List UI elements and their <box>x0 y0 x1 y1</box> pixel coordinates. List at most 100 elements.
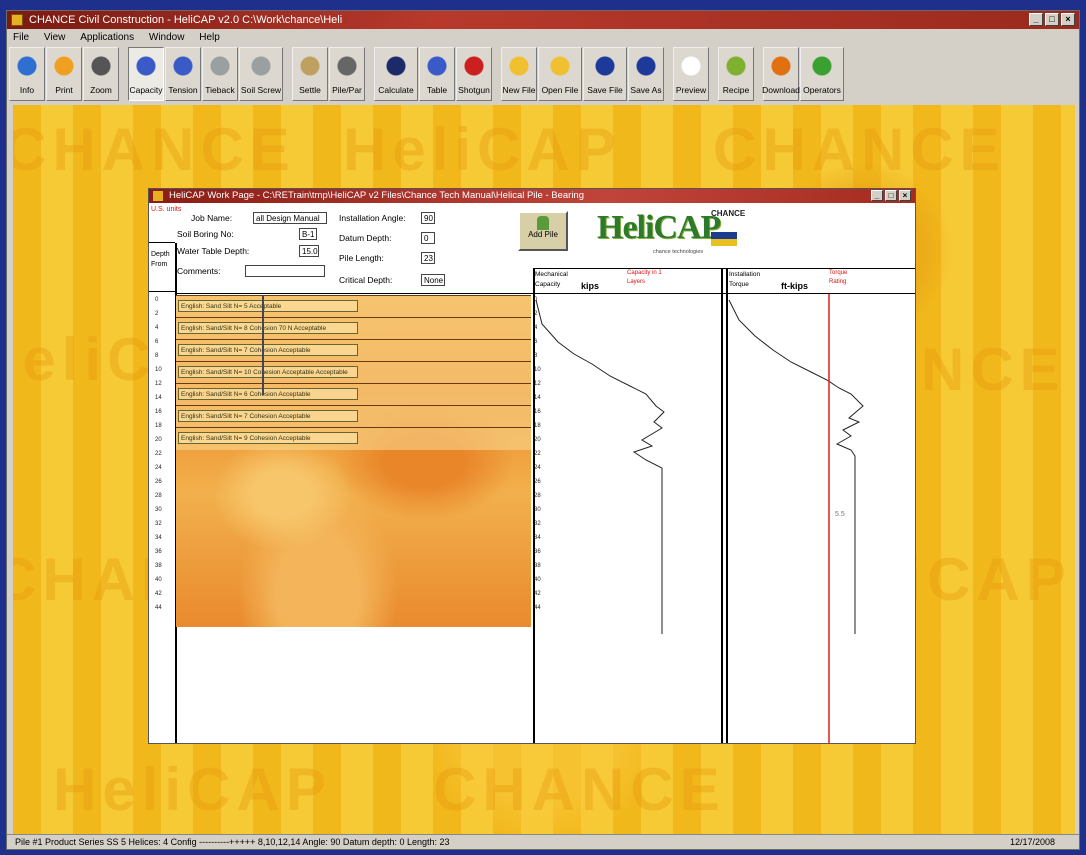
comments-field[interactable] <box>245 265 325 277</box>
watermark: CHANCE <box>13 116 296 183</box>
toolbar-table-button[interactable]: Table <box>419 47 455 101</box>
toolbar-label: Settle <box>299 85 321 95</box>
soil-layer[interactable]: English: Sand Silt N= 5 Acceptable <box>176 295 531 318</box>
menu-file[interactable]: File <box>13 32 29 43</box>
open-folder-icon <box>547 53 573 79</box>
inst-red-2: Rating <box>829 279 847 285</box>
soil-layer[interactable]: English: Sand/Silt N= 9 Cohesion Accepta… <box>176 427 531 450</box>
toolbar-save-file-button[interactable]: Save File <box>583 47 627 101</box>
inst-label-1: Installation <box>729 271 761 278</box>
toolbar-shotgun-button[interactable]: Shotgun <box>456 47 492 101</box>
depth-tick-label: 42 <box>155 591 162 597</box>
child-close-button[interactable]: × <box>899 190 911 201</box>
toolbar-new-file-button[interactable]: New File <box>501 47 537 101</box>
toolbar-pile-par-button[interactable]: Pile/Par <box>329 47 365 101</box>
minimize-button[interactable]: _ <box>1029 13 1043 26</box>
toolbar-label: Open File <box>541 85 579 95</box>
brand-text: CHANCE <box>711 209 746 218</box>
water-table-label: Water Table Depth: <box>177 246 250 256</box>
toolbar-calculate-button[interactable]: Calculate <box>374 47 418 101</box>
depth-tick-label: 30 <box>534 507 541 513</box>
save-icon <box>592 53 618 79</box>
soil-layer[interactable]: English: Sand/Silt N= 7 Cohesion Accepta… <box>176 339 531 362</box>
toolbar-operators-button[interactable]: Operators <box>800 47 844 101</box>
toolbar-print-button[interactable]: Print <box>46 47 82 101</box>
target-icon <box>461 53 487 79</box>
depth-tick-label: 36 <box>534 549 541 555</box>
inst-label-2: Torque <box>729 281 749 288</box>
inst-units: ft-kips <box>781 281 808 291</box>
depth-tick-label: 24 <box>534 465 541 471</box>
soil-layer[interactable]: English: Sand/Silt N= 7 Cohesion Accepta… <box>176 405 531 428</box>
soil-layer[interactable]: English: Sand/Silt N= 6 Cohesion Accepta… <box>176 383 531 406</box>
toolbar-capacity-button[interactable]: Capacity <box>128 47 164 101</box>
depth-label: Depth <box>151 251 170 258</box>
critical-depth-field[interactable]: None <box>421 274 445 286</box>
work-page-window: HeliCAP Work Page - C:\RETrain\tmp\HeliC… <box>148 188 916 744</box>
toolbar-info-button[interactable]: Info <box>9 47 45 101</box>
depth-tick-label: 0 <box>534 297 538 303</box>
toolbar-preview-button[interactable]: Preview <box>673 47 709 101</box>
soil-layer[interactable]: English: Sand/Silt N= 8 Cohesion 70 N Ac… <box>176 317 531 340</box>
toolbar-label: Tieback <box>205 85 235 95</box>
menu-view[interactable]: View <box>44 32 66 43</box>
depth-tick-label: 32 <box>534 521 541 527</box>
watermark: CHANCE <box>433 756 726 823</box>
toolbar-tieback-button[interactable]: Tieback <box>202 47 238 101</box>
pile-shaft <box>262 295 264 395</box>
mechanical-capacity-plot <box>535 299 665 634</box>
depth-tick-label: 8 <box>155 353 159 359</box>
datum-field[interactable]: 0 <box>421 232 435 244</box>
job-name-field[interactable]: all Design Manual <box>253 212 327 224</box>
toolbar-download-button[interactable]: Download <box>762 47 800 101</box>
child-minimize-button[interactable]: _ <box>871 190 883 201</box>
toolbar-save-as-button[interactable]: Save As <box>628 47 664 101</box>
menu-help[interactable]: Help <box>199 32 220 43</box>
toolbar-label: Tension <box>168 85 198 95</box>
depth-tick-label: 14 <box>155 395 162 401</box>
chart-divider-middle <box>721 268 723 743</box>
depth-tick-label: 20 <box>155 437 162 443</box>
work-page-title: HeliCAP Work Page - C:\RETrain\tmp\HeliC… <box>169 190 584 201</box>
comments-label: Comments: <box>177 266 221 276</box>
depth-tick-label: 6 <box>534 339 538 345</box>
toolbar-label: Capacity <box>129 85 163 95</box>
window-title: CHANCE Civil Construction - HeliCAP v2.0… <box>29 14 343 26</box>
toolbar-soil-screw-button[interactable]: Soil Screw <box>239 47 283 101</box>
install-angle-field[interactable]: 90 <box>421 212 435 224</box>
soil-layer[interactable]: English: Sand/Silt N= 10 Cohesion Accept… <box>176 361 531 384</box>
depth-tick-label: 4 <box>534 325 538 331</box>
logo-subtext: chance technologies <box>653 249 704 255</box>
add-pile-button[interactable]: Add Pile <box>518 211 568 251</box>
toolbar-label: Table <box>426 85 448 95</box>
toolbar-tension-button[interactable]: Tension <box>165 47 201 101</box>
maximize-button[interactable]: □ <box>1045 13 1059 26</box>
status-date: 12/17/2008 <box>1009 837 1055 847</box>
toolbar-recipe-button[interactable]: Recipe <box>718 47 754 101</box>
soil-boring-label: Soil Boring No: <box>177 229 234 239</box>
toolbar-settle-button[interactable]: Settle <box>292 47 328 101</box>
depth-tick-label: 28 <box>534 493 541 499</box>
depth-tick-label: 30 <box>155 507 162 513</box>
menu-window[interactable]: Window <box>149 32 185 43</box>
depth-tick-label: 38 <box>155 563 162 569</box>
watermark: CHANCE <box>713 116 1006 183</box>
menu-applications[interactable]: Applications <box>80 32 134 43</box>
soil-boring-field[interactable]: B-1 <box>299 228 317 240</box>
toolbar-open-file-button[interactable]: Open File <box>538 47 582 101</box>
settle-icon <box>297 53 323 79</box>
depth-tick-label: 20 <box>534 437 541 443</box>
depth-tick-label: 38 <box>534 563 541 569</box>
depth-header-bottom <box>149 291 176 292</box>
close-button[interactable]: × <box>1061 13 1075 26</box>
toolbar-zoom-button[interactable]: Zoom <box>83 47 119 101</box>
pile-length-field[interactable]: 23 <box>421 252 435 264</box>
printer-icon <box>51 53 77 79</box>
toolbar: Info Print Zoom Capacity Tension Tieback Soil … <box>9 47 1077 103</box>
work-page-title-bar: HeliCAP Work Page - C:\RETrain\tmp\HeliC… <box>149 189 915 203</box>
water-table-field[interactable]: 15.0 <box>299 245 319 257</box>
download-icon <box>768 53 794 79</box>
tension-icon <box>170 53 196 79</box>
child-maximize-button[interactable]: □ <box>885 190 897 201</box>
work-page-icon <box>153 191 163 201</box>
